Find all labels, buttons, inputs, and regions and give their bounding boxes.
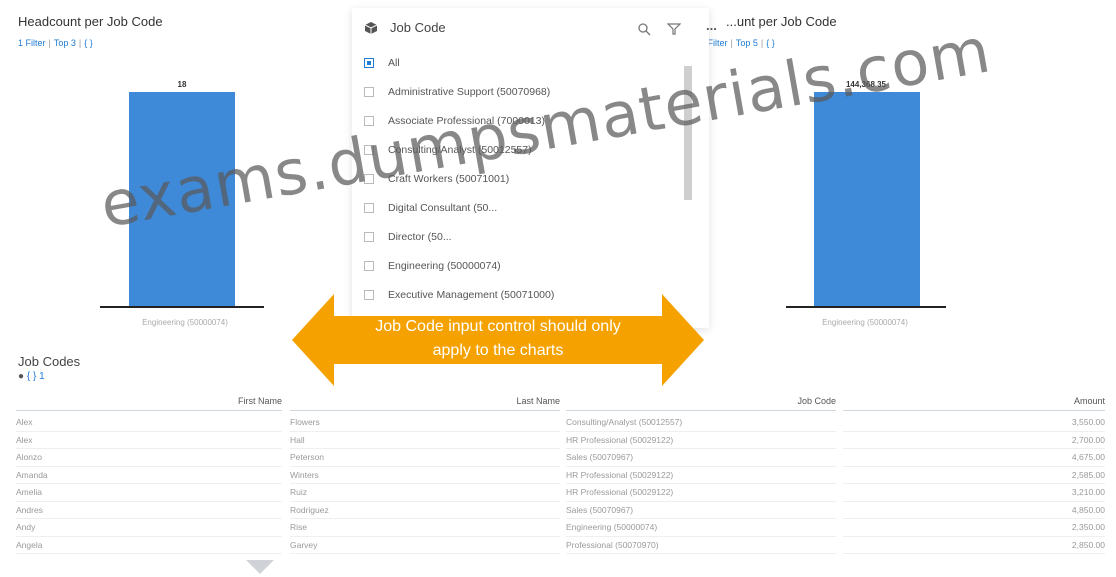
table-cell[interactable]: Amelia — [16, 484, 282, 500]
table-cell[interactable]: HR Professional (50029122) — [566, 432, 836, 448]
left-category-label: Engineering (50000074) — [142, 318, 228, 327]
header-rule — [566, 410, 836, 411]
table-cell[interactable]: 2,850.00 — [843, 537, 1105, 553]
table-cell[interactable]: 4,675.00 — [843, 449, 1105, 465]
search-icon[interactable] — [637, 22, 651, 36]
table-cell[interactable]: 2,700.00 — [843, 432, 1105, 448]
table-cell[interactable]: Andres — [16, 502, 282, 518]
table-cell[interactable]: HR Professional (50029122) — [566, 484, 836, 500]
table-cell[interactable]: 2,585.00 — [843, 467, 1105, 483]
table-cell[interactable]: Rodriguez — [290, 502, 560, 518]
header-rule — [16, 410, 282, 411]
column-header[interactable]: Amount — [843, 396, 1105, 410]
table-cell[interactable]: Winters — [290, 467, 560, 483]
dropdown-item-label: Digital Consultant (50... — [388, 202, 498, 214]
checkbox[interactable] — [364, 261, 374, 271]
dropdown-header: Job Code — [364, 20, 446, 35]
table-cell[interactable]: 2,350.00 — [843, 519, 1105, 535]
dropdown-item[interactable]: Director (50... — [364, 226, 452, 248]
table-cell[interactable]: Ruiz — [290, 484, 560, 500]
table-cell[interactable]: Sales (50070967) — [566, 449, 836, 465]
table-title: Job Codes — [18, 354, 81, 369]
dropdown-item-label: Director (50... — [388, 231, 452, 243]
dropdown-item-label: Engineering (50000074) — [388, 260, 501, 272]
dropdown-item[interactable]: Engineering (50000074) — [364, 255, 501, 277]
table-cell[interactable]: Rise — [290, 519, 560, 535]
column-header[interactable]: Job Code — [566, 396, 836, 410]
table-cell[interactable]: Andy — [16, 519, 282, 535]
table-cell[interactable]: Garvey — [290, 537, 560, 553]
checkbox[interactable] — [364, 203, 374, 213]
table-toolbar-text[interactable]: { } 1 — [27, 371, 45, 382]
dropdown-item[interactable]: Digital Consultant (50... — [364, 197, 497, 219]
dropdown-title: Job Code — [390, 20, 446, 35]
table-cell[interactable]: Angela — [16, 537, 282, 553]
left-chart-subtitle: 1 Filter | Top 3 |{ } — [18, 38, 93, 48]
column-header[interactable]: First Name — [16, 396, 282, 410]
table-settings-icon[interactable]: ● — [18, 371, 24, 382]
callout-line-2: apply to the charts — [432, 342, 564, 359]
right-top-link[interactable]: Top 5 — [736, 38, 758, 48]
table-cell[interactable]: Sales (50070967) — [566, 502, 836, 518]
table-cell[interactable]: Consulting/Analyst (50012557) — [566, 414, 836, 430]
checkbox[interactable] — [364, 58, 374, 68]
more-options-button[interactable]: ... — [706, 18, 717, 33]
table-toolbar: ● { } 1 — [18, 371, 45, 382]
column-header[interactable]: Last Name — [290, 396, 560, 410]
right-braces[interactable]: { } — [766, 38, 775, 48]
table-cell[interactable]: Flowers — [290, 414, 560, 430]
right-chart-subtitle: 1 Filter | Top 5 |{ } — [700, 38, 775, 48]
left-braces[interactable]: { } — [84, 38, 93, 48]
right-chart-title: ...unt per Job Code — [726, 14, 837, 29]
header-rule — [290, 410, 560, 411]
table-cell[interactable]: Alex — [16, 432, 282, 448]
left-top-link[interactable]: Top 3 — [54, 38, 76, 48]
table-cell[interactable]: Engineering (50000074) — [566, 519, 836, 535]
chevron-down-icon[interactable] — [246, 560, 274, 574]
dimension-cube-icon — [364, 21, 378, 34]
table-cell[interactable]: Amanda — [16, 467, 282, 483]
checkbox[interactable] — [364, 232, 374, 242]
right-category-label: Engineering (50000074) — [822, 318, 908, 327]
callout-line-1: Job Code input control should only — [375, 318, 621, 335]
row-rule — [843, 553, 1105, 554]
filter-icon[interactable] — [667, 22, 681, 36]
header-rule — [843, 410, 1105, 411]
dropdown-item-label: All — [388, 57, 400, 69]
right-bar[interactable] — [814, 92, 920, 306]
right-chart-baseline — [786, 306, 946, 308]
left-chart-title: Headcount per Job Code — [18, 14, 163, 29]
table-cell[interactable]: 3,550.00 — [843, 414, 1105, 430]
table-cell[interactable]: Peterson — [290, 449, 560, 465]
table-cell[interactable]: HR Professional (50029122) — [566, 467, 836, 483]
table-cell[interactable]: 3,210.00 — [843, 484, 1105, 500]
dropdown-item[interactable]: All — [364, 52, 400, 74]
table-cell[interactable]: Hall — [290, 432, 560, 448]
table-cell[interactable]: Alonzo — [16, 449, 282, 465]
table-cell[interactable]: Professional (50070970) — [566, 537, 836, 553]
left-chart-baseline — [100, 306, 264, 308]
row-rule — [16, 553, 282, 554]
left-bar-value-label: 18 — [177, 80, 187, 89]
table-cell[interactable]: Alex — [16, 414, 282, 430]
row-rule — [290, 553, 560, 554]
table-cell[interactable]: 4,850.00 — [843, 502, 1105, 518]
left-filter-link[interactable]: 1 Filter — [18, 38, 46, 48]
callout-arrow — [292, 294, 704, 386]
checkbox[interactable] — [364, 87, 374, 97]
row-rule — [566, 553, 836, 554]
